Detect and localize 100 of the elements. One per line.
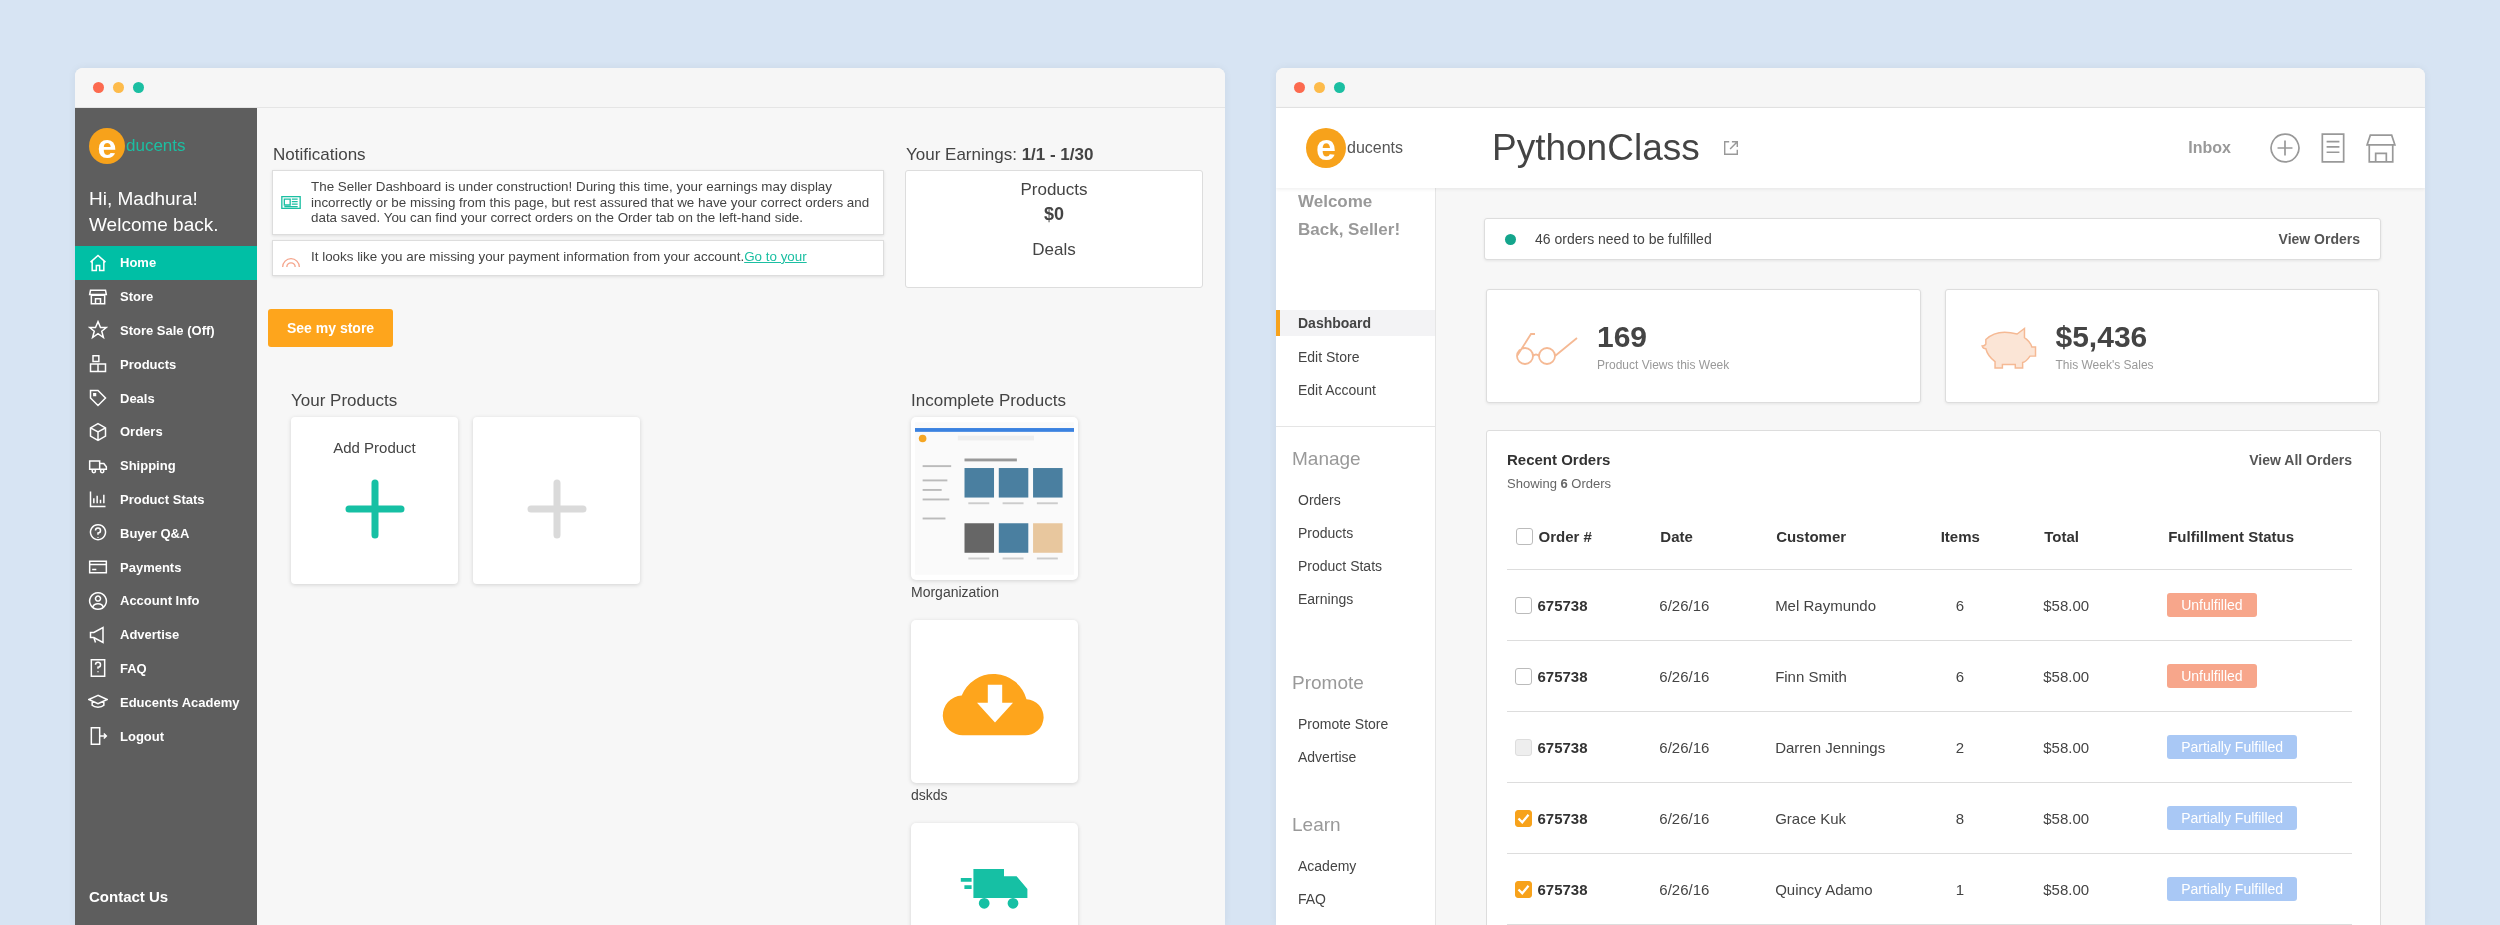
nav-item[interactable]: Advertise xyxy=(75,617,257,652)
add-product-card[interactable] xyxy=(473,416,640,584)
table-cell-text: 1 xyxy=(1954,880,1964,898)
minimize-dot[interactable] xyxy=(1314,82,1325,93)
section-title: Notifications xyxy=(272,144,367,166)
welcome-text: Welcome Back, Seller! xyxy=(1297,191,1402,241)
close-dot[interactable] xyxy=(93,82,104,93)
stat-label: This Week's Sales xyxy=(2055,358,2154,372)
table-cell: 675738 xyxy=(1537,738,1588,756)
row-checkbox[interactable] xyxy=(1515,810,1532,828)
nav-item[interactable]: Academy xyxy=(1276,849,1435,882)
table-cell: Mel Raymundo xyxy=(1775,596,1876,614)
alert-icon xyxy=(281,256,301,267)
logo-mark: e xyxy=(1306,128,1346,168)
table-cell-text: 8 xyxy=(1954,809,1964,827)
nav-item[interactable]: Orders xyxy=(1276,483,1435,516)
table-cell: $58.00 xyxy=(2043,880,2090,898)
nav-item[interactable]: Product Stats xyxy=(75,482,257,517)
welcome-text: Welcome back. xyxy=(89,213,220,237)
nav-item[interactable]: Products xyxy=(1276,516,1435,549)
stat-label: Product Views this Week xyxy=(1597,358,1730,372)
nav-item[interactable]: FAQ xyxy=(1276,882,1435,915)
table-cell: Grace Kuk xyxy=(1775,809,1846,827)
storefront-icon[interactable] xyxy=(2365,132,2397,164)
status-badge: Unfulfilled xyxy=(2167,664,2257,688)
nav-item[interactable]: Edit Account xyxy=(1276,373,1435,406)
nav-item[interactable]: Edit Store xyxy=(1276,340,1435,373)
table-cell-text: 2 xyxy=(1954,738,1964,756)
section-title: Your Products xyxy=(291,390,399,411)
section-heading: Learn xyxy=(1291,814,1342,836)
minimize-dot[interactable] xyxy=(113,82,124,93)
table-cell: 675738 xyxy=(1537,880,1588,898)
nav-item[interactable]: Educents Academy xyxy=(75,685,257,720)
earnings-title: Your Earnings: 1/1 - 1/30 xyxy=(905,144,1095,166)
nav-item[interactable]: Dashboard xyxy=(1276,310,1435,336)
newspaper-icon xyxy=(281,194,301,210)
add-product-card[interactable]: Add Product xyxy=(291,416,458,584)
product-name: Morganization xyxy=(911,583,1000,600)
section-heading: Promote xyxy=(1291,672,1365,694)
nav-item[interactable]: Advertise xyxy=(1276,740,1435,773)
row-checkbox[interactable] xyxy=(1515,597,1532,615)
close-dot[interactable] xyxy=(1294,82,1305,93)
zoom-dot[interactable] xyxy=(1334,82,1345,93)
nav-item[interactable]: Account Info xyxy=(75,583,257,618)
column-header: Customer xyxy=(1776,527,1847,545)
nav-item[interactable]: Promote Store xyxy=(1276,707,1435,740)
box-icon xyxy=(88,421,108,442)
stat-value: 169 xyxy=(1597,320,1649,354)
table-cell: 675738 xyxy=(1537,596,1588,614)
add-icon[interactable] xyxy=(2269,132,2301,164)
nav-item[interactable]: Payments xyxy=(75,550,257,584)
nav-item[interactable]: Store xyxy=(75,279,257,314)
row-checkbox[interactable] xyxy=(1515,668,1532,686)
column-header: Total xyxy=(2044,527,2079,545)
store-title: PythonClass xyxy=(1492,127,1700,169)
earnings-value: $0 xyxy=(1044,203,1064,226)
table-cell-text: 6 xyxy=(1954,596,1964,614)
zoom-dot[interactable] xyxy=(133,82,144,93)
contact-link[interactable]: Contact Us xyxy=(75,888,257,925)
section-title: Incomplete Products xyxy=(911,390,1067,411)
nav-item[interactable]: Logout xyxy=(75,719,257,753)
nav-item[interactable]: Product Stats xyxy=(1276,549,1435,582)
stat-value: $5,436 xyxy=(2055,320,2149,354)
logo-wordmark: ducents xyxy=(126,136,186,156)
orders-count-text: Showing 6 Orders xyxy=(1507,476,1612,491)
logo-mark: e xyxy=(89,128,125,164)
column-header: Date xyxy=(1660,527,1693,545)
table-cell: $58.00 xyxy=(2043,596,2090,614)
nav-item[interactable]: Buyer Q&A xyxy=(75,516,257,551)
greeting-text: Hi, Madhura! xyxy=(89,187,199,211)
view-all-orders-link[interactable]: View All Orders xyxy=(2249,451,2352,468)
nav-item[interactable]: Shipping xyxy=(75,448,257,483)
external-link-icon[interactable] xyxy=(1721,139,1740,157)
star-icon xyxy=(88,320,108,341)
column-header: Fulfillment Status xyxy=(2168,527,2294,545)
bar-chart-icon xyxy=(88,489,108,510)
view-orders-link[interactable]: View Orders xyxy=(2278,231,2360,247)
help-icon xyxy=(88,658,108,679)
nav-item[interactable]: Products xyxy=(75,347,257,382)
select-all-checkbox[interactable] xyxy=(1516,528,1533,546)
alert-text: 46 orders need to be fulfilled xyxy=(1535,231,1712,247)
table-cell: $58.00 xyxy=(2043,738,2090,756)
table-cell: Finn Smith xyxy=(1775,667,1847,685)
logo-wordmark: ducents xyxy=(1347,139,1404,157)
table-cell: Quincy Adamo xyxy=(1775,880,1873,898)
tag-icon xyxy=(88,388,108,409)
nav-item[interactable]: FAQ xyxy=(75,651,257,686)
status-badge: Partially Fulfilled xyxy=(2167,735,2298,759)
product-name: dskds xyxy=(911,786,949,803)
nav-item[interactable]: Orders xyxy=(75,415,257,449)
nav-item[interactable]: Store Sale (Off) xyxy=(75,313,257,348)
row-checkbox[interactable] xyxy=(1515,881,1532,899)
status-dot xyxy=(1505,233,1516,245)
earnings-label: Deals xyxy=(1032,239,1076,261)
table-cell: 6/26/16 xyxy=(1659,809,1710,827)
blocks-icon xyxy=(88,354,108,375)
notification-text: It looks like you are missing your payment information from your account.Go to your xyxy=(311,248,807,264)
table-cell: $58.00 xyxy=(2043,809,2090,827)
nav-item[interactable]: Earnings xyxy=(1276,582,1435,615)
nav-item[interactable]: Deals xyxy=(75,381,257,415)
